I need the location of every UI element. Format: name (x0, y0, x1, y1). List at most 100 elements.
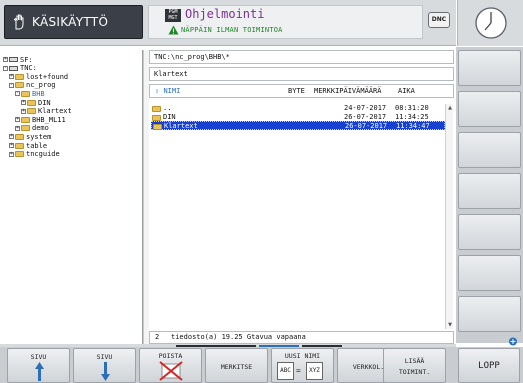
hand-icon (11, 13, 27, 31)
expand-icon[interactable]: + (3, 57, 8, 62)
collapse-icon[interactable]: - (3, 65, 8, 71)
rename-to-box: XYZ (306, 362, 323, 380)
end-label: LOPP (478, 361, 500, 371)
page-down-softkey[interactable]: SIVU (73, 348, 136, 383)
side-softkey-7[interactable] (458, 296, 521, 332)
expand-icon[interactable]: + (21, 108, 26, 114)
more-functions-label-2: TOIMINT. (398, 368, 431, 376)
status-bar: 2 tiedosto(a) 19.25 Gtavua vapaana (149, 331, 454, 344)
arrow-up-icon (35, 362, 44, 381)
column-name[interactable]: ⇧ NIMI (155, 85, 180, 97)
tree-item-label: lost+found (26, 72, 69, 81)
expand-icon[interactable]: + (9, 134, 14, 140)
more-functions-label-1: LISÄÄ (404, 357, 425, 365)
column-date[interactable]: MERKKIPÄIVÄMÄÄRÄ (314, 85, 381, 97)
column-time[interactable]: AIKA (398, 85, 415, 97)
softkey-switch-icon[interactable] (506, 337, 520, 346)
tree-item-label: BHB (32, 89, 45, 98)
tree-item-label: Klartext (38, 107, 72, 116)
expand-icon[interactable]: + (15, 117, 20, 123)
folder-icon (21, 116, 30, 123)
drive-icon (9, 65, 18, 71)
side-softkey-6[interactable] (458, 255, 521, 291)
page-up-softkey[interactable]: SIVU (7, 348, 70, 383)
expand-icon[interactable]: + (9, 143, 14, 148)
expand-icon[interactable]: + (21, 100, 26, 105)
file-row[interactable]: Klartext 26-07-2017 11:34:47 (151, 121, 445, 131)
folder-icon (15, 133, 24, 140)
tree-item-label: SF: (20, 55, 33, 64)
warning-icon (168, 25, 179, 35)
directory-tree[interactable]: + SF: - TNC: + lost+found - nc_prog - BHB + DIN + Kla… (0, 50, 143, 345)
selected-name-field[interactable]: Klartext (149, 67, 454, 81)
clock-panel[interactable] (457, 0, 523, 46)
rename-softkey[interactable]: UUSI NIMI ABC = XYZ (271, 348, 334, 383)
tree-item-label: nc_prog (26, 81, 56, 90)
arrow-down-icon (101, 362, 110, 381)
pgm-mgt-icon: PGM MGT (165, 9, 181, 22)
folder-icon (15, 82, 24, 89)
folder-icon (152, 114, 161, 121)
column-header: ⇧ NIMI BYTE MERKKIPÄIVÄMÄÄRÄ AIKA (149, 84, 454, 98)
drive-icon (9, 57, 18, 62)
tree-item-label: TNC: (20, 64, 37, 73)
side-softkey-3[interactable] (458, 132, 521, 168)
vertical-softkey-bar (456, 47, 523, 343)
collapse-icon[interactable]: - (15, 91, 20, 97)
file-name: Klartext (164, 122, 198, 131)
side-softkey-1[interactable] (458, 50, 521, 86)
dnc-button[interactable]: DNC (428, 12, 450, 28)
tree-item-label: demo (32, 124, 49, 133)
expand-icon[interactable]: + (9, 74, 14, 80)
page-down-label: SIVU (96, 353, 113, 361)
folder-icon (152, 106, 161, 112)
programming-mode-title: Ohjelmointi (185, 7, 265, 21)
more-functions-softkey[interactable]: LISÄÄ TOIMINT. (383, 348, 446, 383)
folder-icon (15, 73, 24, 80)
mark-softkey[interactable]: MERKITSE (205, 348, 268, 383)
path-field: TNC:\nc_prog\BHB\* (149, 50, 454, 64)
horizontal-softkey-bar: SIVU SIVU POISTA MERKITSE UUSI NIMI ABC … (0, 347, 523, 383)
folder-icon (27, 108, 36, 115)
programming-mode-panel[interactable]: PGM MGT Ohjelmointi NÄPPÄIN ILMAN TOIMIN… (148, 5, 423, 39)
page-up-label: SIVU (30, 353, 47, 361)
file-date: 26-07-2017 (345, 122, 388, 131)
tree-item[interactable]: + tncguide (9, 150, 60, 159)
folder-icon (153, 124, 162, 131)
delete-label: POISTA (158, 352, 183, 360)
clock-icon (475, 7, 507, 39)
tree-item-label: table (26, 141, 48, 150)
folder-icon (27, 99, 36, 106)
free-space-text: tiedosto(a) 19.25 Gtavua vapaana (171, 333, 306, 341)
mark-label: MERKITSE (220, 363, 253, 371)
expand-icon[interactable]: + (15, 125, 20, 131)
file-time: 11:34:47 (396, 122, 430, 131)
file-count: 2 (155, 333, 160, 341)
rename-from-box: ABC (277, 362, 294, 380)
folder-icon (21, 125, 30, 132)
machine-mode-button[interactable]: KÄSIKÄYTTÖ (4, 5, 143, 39)
file-panel: TNC:\nc_prog\BHB\* Klartext ⇧ NIMI BYTE … (149, 50, 454, 345)
tree-item-label: tncguide (26, 150, 60, 159)
file-list[interactable]: .. 24-07-2017 08:31:20 DIN 26-07-2017 11:34:2… (149, 104, 449, 329)
machine-mode-label: KÄSIKÄYTTÖ (32, 15, 109, 29)
delete-icon (159, 361, 183, 381)
tree-item-label: BHB_ML11 (32, 115, 66, 124)
folder-icon (15, 151, 24, 158)
delete-softkey[interactable]: POISTA (139, 348, 202, 383)
expand-icon[interactable]: + (9, 151, 14, 157)
column-bytes[interactable]: BYTE (288, 85, 305, 97)
side-softkey-5[interactable] (458, 214, 521, 250)
equals-icon: = (296, 366, 301, 375)
side-softkey-4[interactable] (458, 173, 521, 209)
scroll-down-icon[interactable]: ▼ (446, 321, 454, 329)
tree-item-label: DIN (38, 98, 51, 107)
folder-icon (21, 90, 30, 97)
end-softkey[interactable]: LOPP (458, 348, 520, 383)
scroll-up-icon[interactable]: ▲ (446, 104, 454, 112)
collapse-icon[interactable]: - (9, 82, 14, 88)
file-scrollbar[interactable]: ▲ ▼ (445, 104, 453, 329)
column-name-label: NIMI (163, 87, 181, 95)
side-softkey-2[interactable] (458, 91, 521, 127)
sort-up-icon: ⇧ (155, 87, 160, 95)
